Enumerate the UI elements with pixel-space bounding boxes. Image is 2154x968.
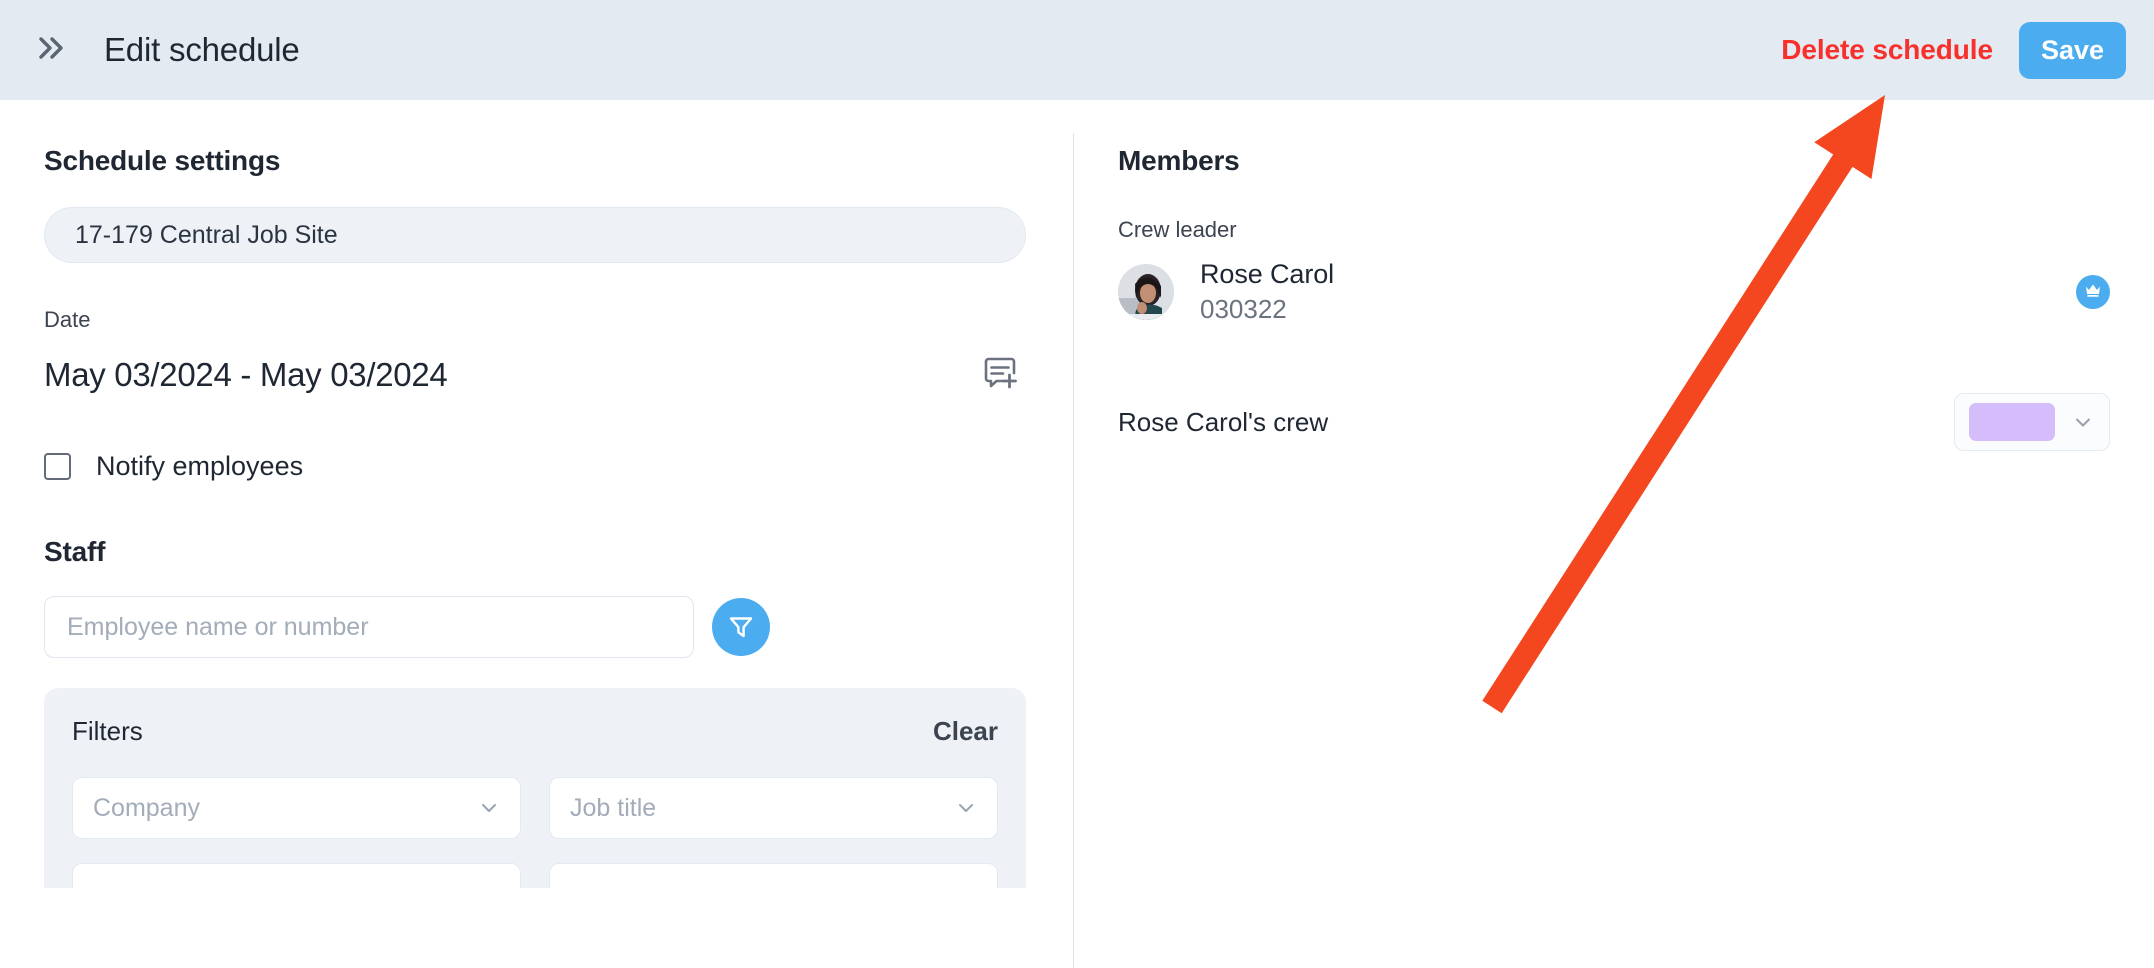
crew-row: Rose Carol's crew — [1118, 393, 2110, 451]
crew-color-swatch — [1969, 403, 2055, 441]
company-filter-value: Company — [93, 793, 200, 822]
date-label: Date — [44, 307, 91, 332]
crew-leader-name: Rose Carol — [1200, 259, 1335, 289]
add-note-button[interactable] — [974, 349, 1026, 401]
crew-leader-badge — [2076, 275, 2110, 309]
crew-leader-label: Crew leader — [1118, 217, 1237, 242]
avatar — [1118, 264, 1174, 320]
edit-schedule-screen: Edit schedule Delete schedule Save Sched… — [0, 0, 2154, 968]
notify-employees-row[interactable]: Notify employees — [44, 451, 474, 482]
crew-leader-info: Rose Carol 030322 — [1200, 259, 1334, 325]
schedule-settings-pane: Schedule settings 17-179 Central Job Sit… — [0, 100, 1073, 968]
notify-employees-checkbox[interactable] — [44, 453, 71, 480]
top-bar-actions: Delete schedule Save — [1781, 21, 2126, 79]
chevron-down-icon — [478, 883, 500, 888]
members-pane: Members Crew leader Rose Carol 030322 Ro… — [1074, 100, 2154, 968]
chevron-down-icon — [2071, 410, 2095, 434]
top-bar: Edit schedule Delete schedule Save — [0, 0, 2154, 100]
members-heading: Members — [1118, 145, 1240, 176]
filter-select-4[interactable] — [549, 863, 998, 888]
crew-name: Rose Carol's crew — [1118, 406, 1329, 437]
company-filter-select[interactable]: Company — [72, 777, 521, 839]
staff-heading: Staff — [44, 536, 106, 567]
top-bar-left: Edit schedule — [24, 28, 300, 72]
staff-search-row — [44, 596, 1026, 658]
collapse-panel-button[interactable] — [30, 28, 74, 72]
job-title-filter-value: Job title — [570, 793, 657, 822]
schedule-settings-heading: Schedule settings — [44, 145, 281, 176]
notify-employees-label: Notify employees — [96, 451, 304, 481]
job-site-value: 17-179 Central Job Site — [75, 220, 338, 249]
crown-icon — [2083, 280, 2103, 305]
filters-grid: Company Job title — [72, 777, 998, 888]
date-row: May 03/2024 - May 03/2024 — [44, 349, 1026, 401]
filters-header: Filters Clear — [72, 716, 998, 747]
funnel-icon — [726, 611, 756, 644]
date-value[interactable]: May 03/2024 - May 03/2024 — [44, 356, 448, 394]
double-chevron-right-icon — [37, 35, 67, 66]
crew-color-select[interactable] — [1954, 393, 2110, 451]
content-area: Schedule settings 17-179 Central Job Sit… — [0, 100, 2154, 968]
crew-leader-id: 030322 — [1200, 294, 1287, 324]
add-note-icon — [980, 353, 1020, 398]
chevron-down-icon — [955, 883, 977, 888]
crew-leader-row[interactable]: Rose Carol 030322 — [1118, 259, 2110, 325]
filters-panel: Filters Clear Company Job title — [44, 688, 1026, 888]
save-button[interactable]: Save — [2018, 21, 2126, 79]
page-title: Edit schedule — [104, 31, 300, 68]
employee-search-input[interactable] — [44, 596, 694, 658]
job-site-field[interactable]: 17-179 Central Job Site — [44, 207, 1026, 263]
chevron-down-icon — [478, 797, 500, 819]
filter-toggle-button[interactable] — [712, 598, 770, 656]
filters-title: Filters — [72, 716, 143, 746]
delete-schedule-button[interactable]: Delete schedule — [1781, 34, 1993, 66]
job-title-filter-select[interactable]: Job title — [549, 777, 998, 839]
filter-select-3[interactable] — [72, 863, 521, 888]
chevron-down-icon — [955, 797, 977, 819]
clear-filters-button[interactable]: Clear — [933, 716, 998, 747]
